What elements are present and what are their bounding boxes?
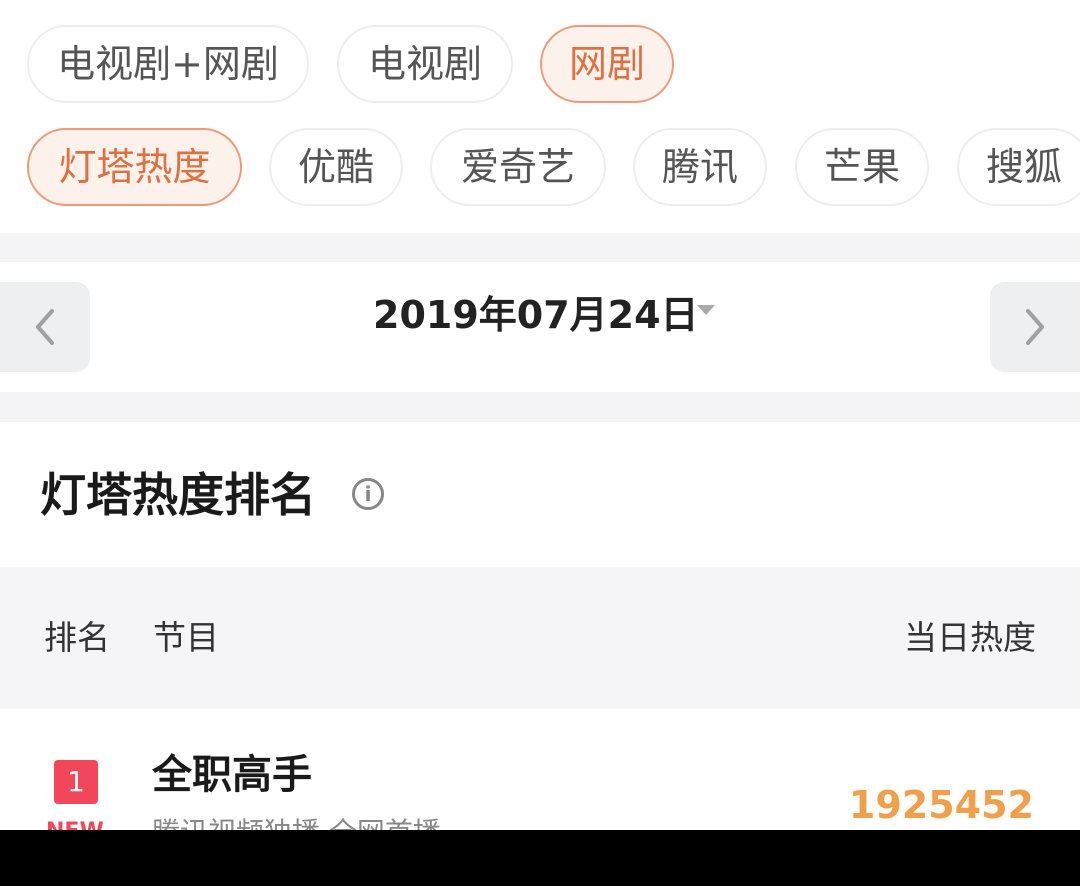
date-bar: 2019年07月24日 <box>0 262 1080 392</box>
divider <box>0 392 1080 422</box>
tab-tv-and-web[interactable]: 电视剧+网剧 <box>27 25 309 103</box>
divider <box>0 233 1080 262</box>
table-header: 排名 节目 当日热度 <box>0 567 1080 709</box>
section-title: 灯塔热度排名 <box>40 468 316 522</box>
caret-down-icon[interactable] <box>697 305 715 315</box>
chevron-left-icon <box>36 309 54 345</box>
chevron-right-icon <box>1026 309 1044 345</box>
prev-day-button[interactable] <box>0 282 90 372</box>
tab-dengta[interactable]: 灯塔热度 <box>27 128 242 206</box>
tab-web[interactable]: 网剧 <box>540 25 674 103</box>
table-row[interactable]: 1 NEW 全职高手 腾讯视频独播 全网首播 1925452 <box>0 709 1080 830</box>
new-tag: NEW <box>46 819 104 830</box>
tab-youku[interactable]: 优酷 <box>269 128 403 206</box>
info-icon[interactable]: i <box>352 478 384 510</box>
header-show: 节目 <box>153 618 219 657</box>
tab-sohu[interactable]: 搜狐 <box>957 128 1080 206</box>
header-heat: 当日热度 <box>904 618 1036 657</box>
tab-tv[interactable]: 电视剧 <box>337 25 513 103</box>
app-screen: 电视剧+网剧 电视剧 网剧 灯塔热度 优酷 爱奇艺 腾讯 芒果 搜狐 2019年… <box>0 0 1080 830</box>
tab-tencent[interactable]: 腾讯 <box>633 128 767 206</box>
next-day-button[interactable] <box>990 282 1080 372</box>
show-title: 全职高手 <box>152 752 312 798</box>
rank-badge: 1 <box>54 760 98 804</box>
heat-value: 1925452 <box>848 783 1034 827</box>
show-subtitle: 腾讯视频独播 全网首播 <box>152 815 441 830</box>
tab-iqiyi[interactable]: 爱奇艺 <box>430 128 606 206</box>
date-label[interactable]: 2019年07月24日 <box>373 290 699 340</box>
tab-mango[interactable]: 芒果 <box>795 128 929 206</box>
header-rank: 排名 <box>44 618 110 657</box>
